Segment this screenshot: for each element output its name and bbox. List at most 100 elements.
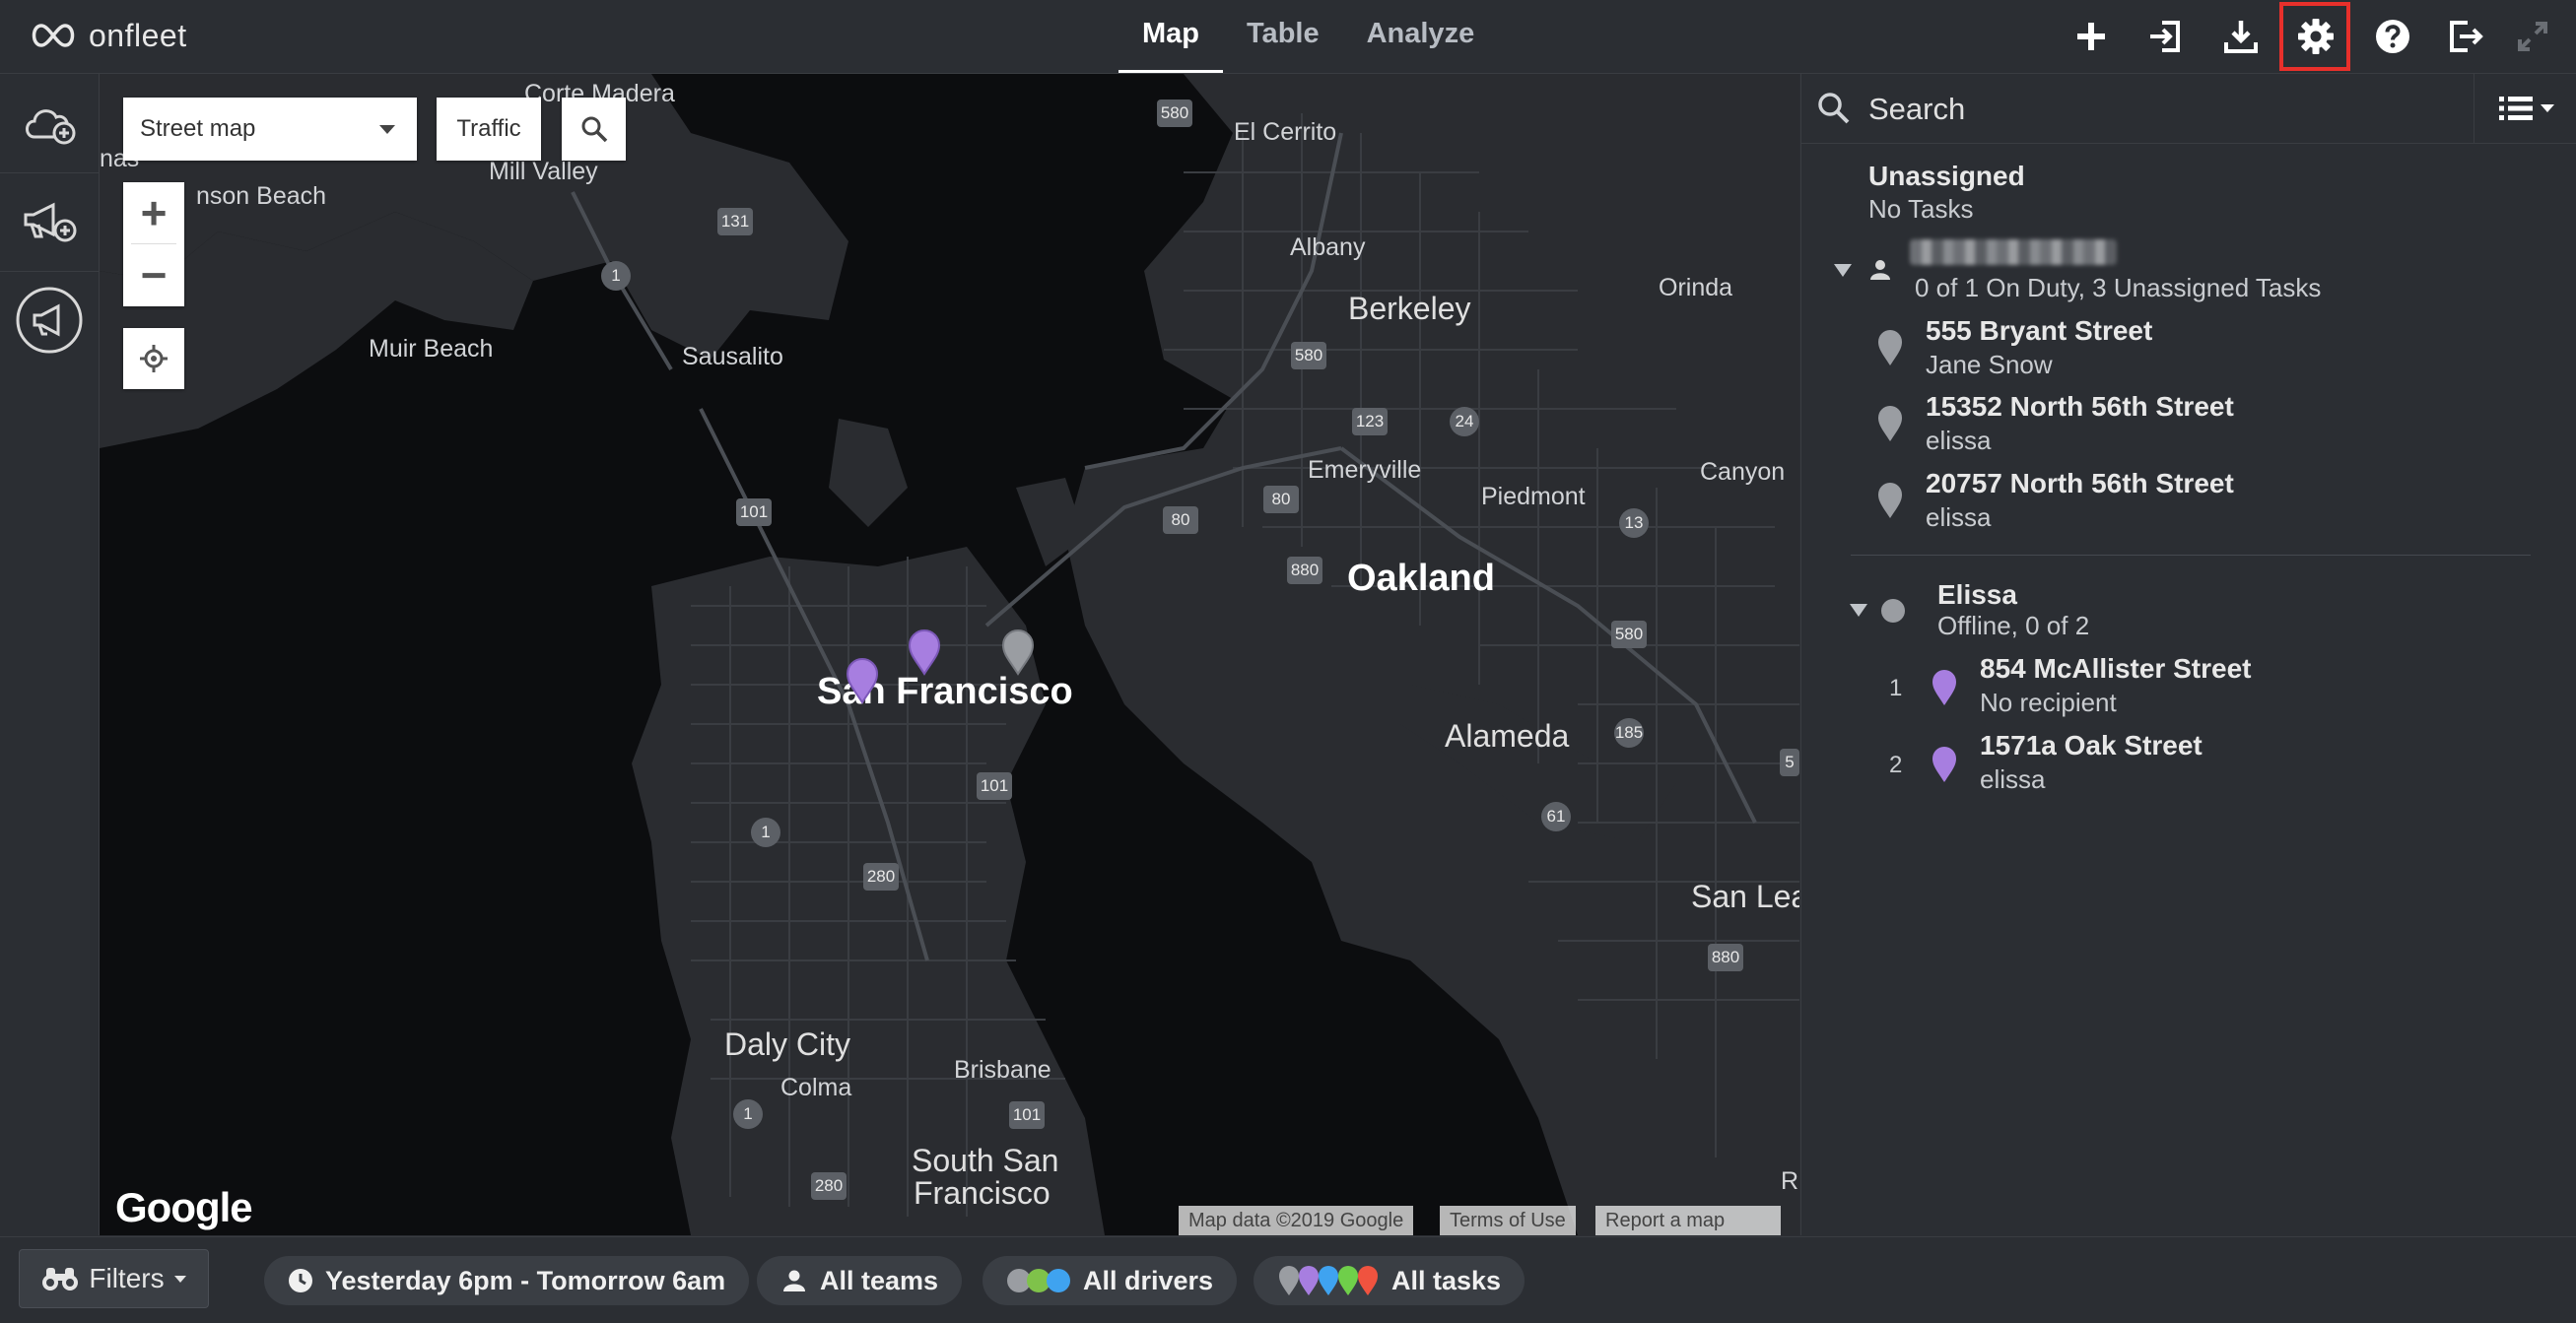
highway-shield-101: 101 [1009,1101,1045,1129]
map-label-mill-valley: Mill Valley [489,158,598,185]
teams-filter[interactable]: All teams [757,1256,963,1305]
map-label-orinda: Orinda [1659,274,1733,301]
chevron-down-icon [379,125,395,134]
task-pin-gray[interactable] [1001,628,1035,676]
team-summary: 0 of 1 On Duty, 3 Unassigned Tasks [1915,273,2322,302]
google-logo: Google [115,1184,253,1230]
task-pin-purple[interactable] [846,657,879,704]
team-icon [783,1270,805,1291]
settings-highlight-box [2279,2,2350,71]
map-view[interactable]: Corte Madera Mill Valley nas nson Beach … [100,74,1799,1235]
import-button[interactable] [2133,0,2200,73]
highway-shield-131: 131 [717,208,753,235]
clock-icon [289,1269,312,1292]
task-address[interactable]: 854 McAllister Street [1980,653,2251,685]
highway-shield-61: 61 [1541,802,1571,831]
zoom-out-button[interactable]: − [123,244,184,305]
megaphone-add-icon [24,202,77,242]
map-base-terrain [100,74,1799,1235]
task-sequence-number: 1 [1889,675,1903,701]
list-view-toggle[interactable] [2474,74,2576,143]
add-announcement-button[interactable] [0,172,99,272]
locate-button[interactable] [123,328,184,389]
driver-dots-icon [1007,1269,1070,1292]
map-label-stinson-beach: nson Beach [196,182,327,210]
task-address[interactable]: 555 Bryant Street [1926,315,2152,347]
tab-analyze[interactable]: Analyze [1343,0,1499,73]
map-label-emeryville: Emeryville [1308,456,1422,484]
binoculars-icon [42,1268,79,1290]
drivers-filter[interactable]: All drivers [983,1256,1238,1305]
map-pin-gray-icon [1878,483,1902,518]
tasks-filter[interactable]: All tasks [1254,1256,1525,1305]
map-pin-gray-icon [1878,406,1902,441]
task-recipient: elissa [1926,426,1992,455]
task-recipient: Jane Snow [1926,350,2053,379]
map-label-canyon: Canyon [1700,458,1786,486]
download-icon [2224,21,2258,53]
fullscreen-button[interactable] [2499,0,2566,73]
megaphone-icon [16,287,83,354]
unassigned-title[interactable]: Unassigned [1868,161,2025,192]
tab-map[interactable]: Map [1119,0,1223,73]
report-error-link[interactable]: Report a map error [1595,1206,1781,1235]
logo-text: onfleet [89,17,187,53]
highway-shield-edge: 5 [1780,749,1799,776]
help-button[interactable] [2359,0,2426,73]
map-type-select[interactable]: Street map [123,98,417,161]
map-label-francisco: Francisco [914,1175,1051,1211]
filters-button[interactable]: Filters [19,1249,209,1308]
map-label-edge-r: R [1781,1167,1799,1195]
map-label-colma: Colma [780,1074,852,1101]
driver-status-dot [1881,599,1905,623]
search-icon [1818,93,1850,124]
map-pin-purple-icon [1932,670,1956,705]
highway-shield-580: 580 [1291,342,1326,369]
task-address[interactable]: 1571a Oak Street [1980,730,2203,761]
highway-shield-580: 580 [1157,99,1192,127]
map-label-oakland: Oakland [1347,558,1495,599]
terms-link[interactable]: Terms of Use [1440,1206,1576,1235]
tab-table[interactable]: Table [1223,0,1343,73]
map-label-sausalito: Sausalito [682,343,783,370]
task-address[interactable]: 15352 North 56th Street [1926,391,2234,423]
highway-shield-123: 123 [1352,408,1388,435]
task-recipient: elissa [1926,502,1992,532]
map-type-label: Street map [140,115,256,142]
add-cloud-button[interactable] [0,74,99,173]
highway-shield-880: 880 [1287,557,1322,584]
map-attribution: Map data ©2019 Google [1179,1206,1414,1235]
logout-icon [2450,21,2483,52]
collapse-triangle-icon[interactable] [1850,604,1867,617]
download-button[interactable] [2207,0,2274,73]
highway-shield-1: 1 [601,261,631,291]
announcements-button[interactable] [0,271,99,369]
zoom-in-button[interactable]: + [123,182,184,243]
map-label-alameda: Alameda [1445,718,1570,754]
drivers-label: All drivers [1083,1265,1214,1295]
task-pin-purple[interactable] [908,628,941,676]
task-recipient: elissa [1980,764,2046,794]
task-address[interactable]: 20757 North 56th Street [1926,468,2234,499]
list-icon [2498,97,2533,120]
search-input[interactable] [1866,82,2422,137]
plus-icon [2077,23,2105,50]
logout-button[interactable] [2432,0,2499,73]
task-recipient: No recipient [1980,688,2117,717]
driver-name[interactable]: Elissa [1937,579,2017,611]
traffic-button[interactable]: Traffic [437,98,541,161]
highway-shield-280: 280 [863,863,899,891]
map-label-el-cerrito: El Cerrito [1234,118,1337,146]
map-search-button[interactable] [562,98,626,161]
onfleet-logo[interactable]: onfleet [28,14,187,57]
highway-shield-101: 101 [736,498,772,526]
help-icon [2376,20,2409,53]
highway-shield-13: 13 [1619,508,1649,538]
top-bar: onfleet Map Table Analyze [0,0,2576,74]
time-range-label: Yesterday 6pm - Tomorrow 6am [325,1265,726,1295]
time-range-filter[interactable]: Yesterday 6pm - Tomorrow 6am [264,1256,750,1305]
search-bar [1801,74,2576,144]
collapse-triangle-icon[interactable] [1834,264,1852,277]
map-label-daly-city: Daly City [724,1026,851,1062]
add-task-button[interactable] [2058,0,2125,73]
